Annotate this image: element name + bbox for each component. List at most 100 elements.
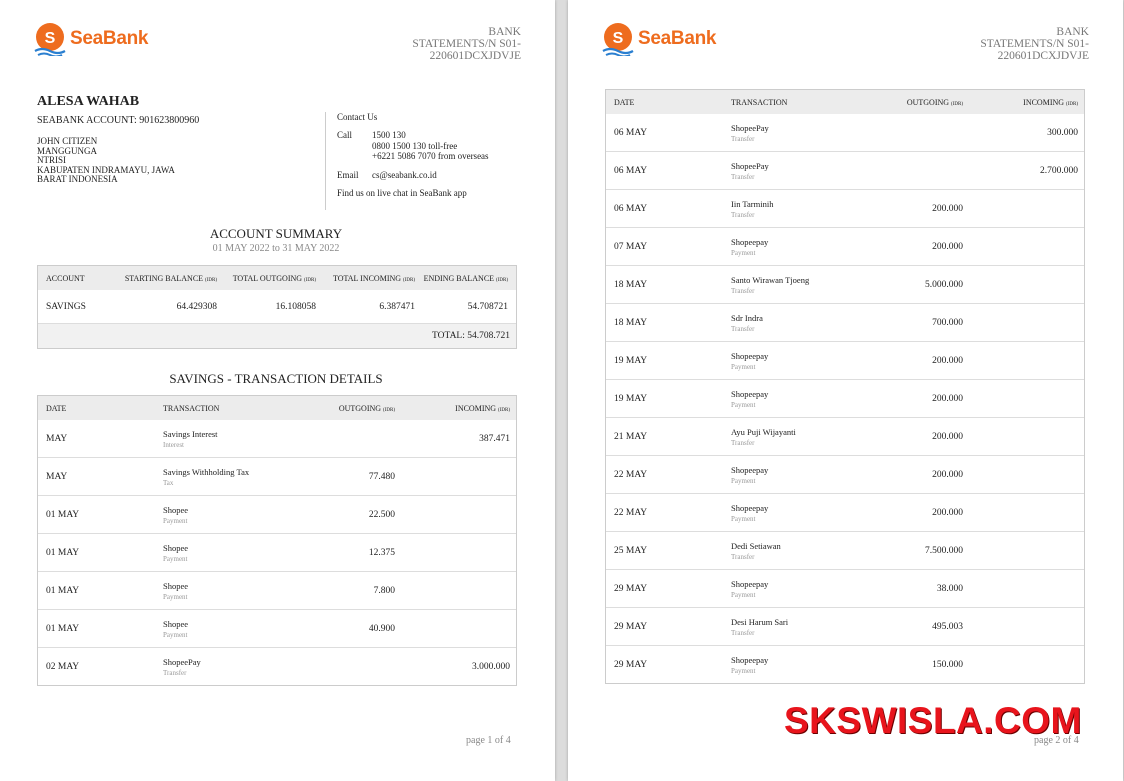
call-line: +6221 5086 7070 from overseas xyxy=(372,151,489,161)
transaction-header: OUTGOING (IDR) xyxy=(906,97,963,107)
transaction-row: 01 MAY Shopee Payment 22.500 xyxy=(38,496,516,534)
contact-chat: Find us on live chat in SeaBank app xyxy=(337,188,467,198)
transaction-details-title: SAVINGS - TRANSACTION DETAILS xyxy=(169,371,383,386)
transaction-name: Shopee xyxy=(163,580,189,591)
account-summary-title: ACCOUNT SUMMARY xyxy=(209,226,343,241)
transaction-header: DATE xyxy=(614,97,635,107)
transaction-outgoing: 200.000 xyxy=(932,431,963,442)
transaction-name: Santo Wirawan Tjoeng xyxy=(731,274,810,285)
transaction-desc: Iin Tarminih Transfer xyxy=(731,199,876,219)
transaction-date: 06 MAY xyxy=(614,127,648,138)
svg-text:S: S xyxy=(613,30,624,47)
statement-page-1: S SeaBank BANK STATEMENTS/N S01- 220601D… xyxy=(0,0,555,781)
transaction-row: 19 MAY Shopeepay Payment 200.000 xyxy=(606,342,1084,380)
transaction-name: Savings Interest xyxy=(163,428,218,439)
transaction-desc: ShopeePay Transfer xyxy=(731,123,876,143)
call-numbers: 1500 130 0800 1500 130 toll-free +6221 5… xyxy=(372,130,489,162)
page-number: page 1 of 4 xyxy=(466,735,511,746)
transaction-name: Shopeepay xyxy=(731,350,769,361)
transaction-header: TRANSACTION xyxy=(163,403,220,413)
transaction-outgoing: 700.000 xyxy=(932,317,963,328)
transaction-row: 18 MAY Sdr Indra Transfer 700.000 xyxy=(606,304,1084,342)
transaction-type: Transfer xyxy=(731,286,755,295)
summary-header-row: ACCOUNT STARTING BALANCE (IDR) TOTAL OUT… xyxy=(38,266,516,290)
transaction-desc: Dedi Setiawan Transfer xyxy=(731,541,876,561)
transaction-row: 07 MAY Shopeepay Payment 200.000 xyxy=(606,228,1084,266)
call-label: Call xyxy=(337,130,352,140)
transaction-row: 06 MAY Iin Tarminih Transfer 200.000 xyxy=(606,190,1084,228)
transaction-desc: Sdr Indra Transfer xyxy=(731,313,876,333)
transaction-type: Payment xyxy=(163,554,188,563)
transaction-header: OUTGOING (IDR) xyxy=(338,403,395,413)
summary-total: TOTAL: 54.708.721 xyxy=(38,324,516,348)
transaction-desc: ShopeePay Transfer xyxy=(731,161,876,181)
transaction-row: 01 MAY Shopee Payment 7.800 xyxy=(38,572,516,610)
transaction-date: 01 MAY xyxy=(46,547,80,558)
transaction-type: Transfer xyxy=(731,628,755,637)
transaction-header: INCOMING (IDR) xyxy=(455,403,510,413)
transaction-desc: Shopeepay Payment xyxy=(731,389,876,409)
transaction-desc: Santo Wirawan Tjoeng Transfer xyxy=(731,275,876,295)
transaction-type: Payment xyxy=(731,248,756,257)
brand-name: SeaBank xyxy=(638,28,717,49)
transaction-desc: Savings Withholding Tax Tax xyxy=(163,467,308,487)
transaction-incoming: 2.700.000 xyxy=(1040,165,1078,176)
transaction-outgoing: 495.003 xyxy=(932,621,963,632)
transaction-name: Dedi Setiawan xyxy=(731,540,781,551)
transaction-type: Transfer xyxy=(731,324,755,333)
brand-name: SeaBank xyxy=(70,28,149,49)
transaction-outgoing: 200.000 xyxy=(932,393,963,404)
transaction-name: Shopeepay xyxy=(731,502,769,513)
transaction-outgoing: 7.800 xyxy=(373,585,395,596)
transaction-name: Desi Harum Sari xyxy=(731,616,789,627)
summary-cell: 54.708721 xyxy=(467,301,508,312)
transaction-header: DATE xyxy=(46,403,67,413)
transaction-outgoing: 200.000 xyxy=(932,241,963,252)
transaction-outgoing: 40.900 xyxy=(368,623,395,634)
statement-page-2: S SeaBank BANK STATEMENTS/N S01- 220601D… xyxy=(568,0,1123,781)
transaction-row: 25 MAY Dedi Setiawan Transfer 7.500.000 xyxy=(606,532,1084,570)
transaction-outgoing: 150.000 xyxy=(932,659,963,670)
email-link[interactable]: cs@seabank.co.id xyxy=(372,170,437,181)
transaction-row: 06 MAY ShopeePay Transfer 300.000 xyxy=(606,114,1084,152)
transaction-outgoing: 77.480 xyxy=(368,471,395,482)
transaction-outgoing: 7.500.000 xyxy=(925,545,963,556)
transaction-date: 29 MAY xyxy=(614,583,648,594)
transaction-name: ShopeePay xyxy=(731,122,769,133)
transaction-type: Payment xyxy=(731,362,756,371)
summary-cell: 6.387471 xyxy=(379,301,415,312)
transaction-desc: Shopee Payment xyxy=(163,505,308,525)
transaction-name: Shopeepay xyxy=(731,236,769,247)
transaction-date: 22 MAY xyxy=(614,469,648,480)
transaction-date: MAY xyxy=(46,471,68,482)
transaction-row: 29 MAY Shopeepay Payment 38.000 xyxy=(606,570,1084,608)
transaction-type: Payment xyxy=(731,476,756,485)
contact-block: Contact Us Call 1500 130 0800 1500 130 t… xyxy=(325,112,489,210)
transaction-row: MAY Savings Interest Interest 387.471 xyxy=(38,420,516,458)
transaction-date: MAY xyxy=(46,433,68,444)
summary-header: ACCOUNT xyxy=(46,273,85,283)
transaction-date: 21 MAY xyxy=(614,431,648,442)
summary-header: TOTAL OUTGOING (IDR) xyxy=(232,273,316,283)
transaction-row: 01 MAY Shopee Payment 12.375 xyxy=(38,534,516,572)
transaction-desc: Shopeepay Payment xyxy=(731,503,876,523)
statement-number: BANK STATEMENTS/N S01- 220601DCXJDVJE xyxy=(381,26,521,62)
statement-line: STATEMENTS/N S01- xyxy=(412,38,521,50)
transaction-date: 02 MAY xyxy=(46,661,80,672)
transaction-incoming: 3.000.000 xyxy=(472,661,510,672)
transaction-desc: Shopee Payment xyxy=(163,581,308,601)
statement-line: 220601DCXJDVJE xyxy=(997,50,1089,62)
transaction-outgoing: 38.000 xyxy=(936,583,963,594)
transaction-type: Transfer xyxy=(731,438,755,447)
transaction-type: Payment xyxy=(163,592,188,601)
transaction-header: TRANSACTION xyxy=(731,97,788,107)
summary-cell: SAVINGS xyxy=(46,301,86,312)
statement-line: BANK xyxy=(1056,26,1089,38)
summary-header: TOTAL INCOMING (IDR) xyxy=(333,273,415,283)
transaction-type: Payment xyxy=(731,514,756,523)
statement-line: STATEMENTS/N S01- xyxy=(980,38,1089,50)
transaction-outgoing: 12.375 xyxy=(368,547,395,558)
transaction-name: Sdr Indra xyxy=(731,312,763,323)
transaction-name: Ayu Puji Wijayanti xyxy=(731,426,796,437)
transaction-name: Shopeepay xyxy=(731,464,769,475)
